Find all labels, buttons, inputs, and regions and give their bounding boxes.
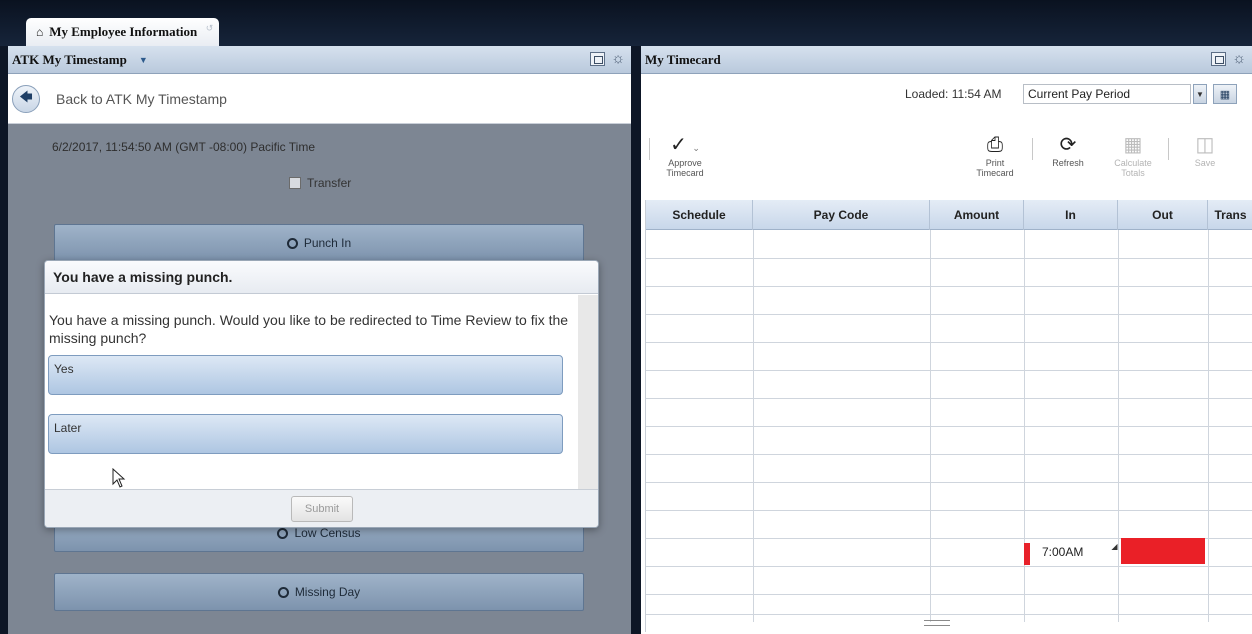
toolbar-divider (649, 138, 650, 160)
approve-timecard-button[interactable]: ✓ ⌄ Approve Timecard (659, 132, 711, 178)
left-panel-header: ATK My Timestamp ▼ ☼ (8, 46, 631, 74)
table-row (646, 342, 1252, 343)
yes-button[interactable]: Yes (48, 355, 563, 395)
later-button[interactable]: Later (48, 414, 563, 454)
right-panel: My Timecard ☼ Loaded: 11:54 AM Current P… (641, 46, 1252, 634)
in-punch-cell[interactable]: 7:00AM ◢ (1024, 538, 1124, 566)
home-icon: ⌂ (36, 24, 44, 39)
column-trans[interactable]: Trans (1208, 200, 1252, 230)
column-in[interactable]: In (1024, 200, 1118, 230)
save-label: Save (1194, 158, 1216, 168)
grid-header: Schedule Pay Code Amount In Out Trans (646, 200, 1252, 230)
app-tab-my-employee-information[interactable]: ⌂ My Employee Information ↺ (26, 18, 220, 46)
toolbar-divider (1032, 138, 1033, 160)
calculate-label-1: Calculate (1114, 158, 1152, 168)
comment-marker-icon: ◢ (1111, 541, 1118, 551)
chevron-down-icon[interactable]: ▼ (1193, 84, 1207, 104)
punch-in-button[interactable]: Punch In (54, 224, 584, 262)
check-icon: ✓ ⌄ (670, 134, 700, 156)
missing-day-label: Missing Day (294, 585, 361, 599)
table-row (646, 314, 1252, 315)
left-panel-title[interactable]: ATK My Timestamp (12, 52, 127, 68)
table-row (646, 454, 1252, 455)
back-link[interactable]: Back to ATK My Timestamp (56, 91, 227, 107)
punch-in-label: Punch In (303, 236, 352, 250)
chevron-down-icon[interactable]: ▼ (139, 55, 148, 65)
column-amount[interactable]: Amount (930, 200, 1024, 230)
missing-out-punch-cell[interactable] (1121, 538, 1205, 564)
table-row (646, 510, 1252, 511)
table-row (646, 286, 1252, 287)
calculate-label-2: Totals (1121, 168, 1145, 178)
gear-icon[interactable]: ☼ (1232, 52, 1246, 67)
save-icon: ◫ (1195, 134, 1215, 156)
grid-body: 7:00AM ◢ (646, 230, 1252, 622)
transfer-checkbox[interactable] (289, 177, 301, 189)
loaded-row: Loaded: 11:54 AM Current Pay Period ▼ ▦ (641, 84, 1252, 104)
grid-footer (646, 620, 1252, 630)
refresh-icon: ⟳ (1059, 134, 1077, 156)
submit-button[interactable]: Submit (291, 496, 353, 522)
right-panel-title: My Timecard (645, 51, 721, 67)
maximize-icon[interactable] (1211, 52, 1227, 66)
dialog-title: You have a missing punch. (45, 261, 598, 294)
low-census-label: Low Census (294, 526, 361, 540)
column-out[interactable]: Out (1118, 200, 1208, 230)
clock-icon (286, 237, 298, 249)
transfer-option[interactable]: Transfer (289, 176, 351, 190)
dialog-body: You have a missing punch. Would you like… (45, 295, 579, 489)
print-icon: ⎙ (987, 134, 1003, 156)
approve-label-2: Timecard (666, 168, 704, 178)
app-tab-label: My Employee Information (49, 24, 198, 39)
missing-punch-flag (1024, 543, 1030, 565)
clock-icon (277, 586, 289, 598)
dialog-footer: Submit (45, 489, 598, 527)
timecard-grid: Schedule Pay Code Amount In Out Trans 7:… (645, 200, 1252, 632)
transfer-label: Transfer (307, 176, 352, 190)
dialog-message: You have a missing punch. Would you like… (49, 312, 569, 346)
maximize-icon[interactable] (590, 52, 606, 66)
top-bar: ⌂ My Employee Information ↺ (0, 0, 1252, 46)
table-row (646, 258, 1252, 259)
clock-icon (277, 527, 289, 539)
save-button[interactable]: ◫ Save (1183, 132, 1227, 168)
table-row (646, 398, 1252, 399)
toolbar-divider (1168, 138, 1169, 160)
missing-punch-dialog: You have a missing punch. You have a mis… (44, 260, 599, 528)
timecard-toolbar: ✓ ⌄ Approve Timecard ⎙ Print Timecard ⟳ … (641, 132, 1252, 192)
back-row: 🡄 Back to ATK My Timestamp (8, 74, 631, 124)
dialog-scrollbar[interactable] (578, 295, 598, 489)
refresh-button[interactable]: ⟳ Refresh (1043, 132, 1093, 168)
calculate-totals-button[interactable]: ▦ Calculate Totals (1106, 132, 1160, 178)
in-punch-time: 7:00AM (1042, 545, 1084, 559)
table-row (646, 614, 1252, 615)
calendar-icon[interactable]: ▦ (1213, 84, 1237, 104)
calculator-icon: ▦ (1123, 134, 1143, 156)
gear-icon[interactable]: ☼ (611, 52, 625, 67)
table-row (646, 426, 1252, 427)
back-arrow-icon[interactable]: 🡄 (12, 84, 40, 113)
table-row (646, 566, 1252, 567)
loaded-time: Loaded: 11:54 AM (905, 87, 1002, 101)
resize-handle-icon[interactable] (924, 620, 950, 626)
column-schedule[interactable]: Schedule (646, 200, 753, 230)
approve-label-1: Approve (668, 158, 702, 168)
current-datetime: 6/2/2017, 11:54:50 AM (GMT -08:00) Pacif… (52, 140, 316, 154)
column-pay-code[interactable]: Pay Code (753, 200, 930, 230)
print-timecard-button[interactable]: ⎙ Print Timecard (970, 132, 1020, 178)
table-row (646, 370, 1252, 371)
mouse-cursor-icon (112, 468, 126, 488)
print-label-2: Timecard (976, 168, 1014, 178)
missing-day-button[interactable]: Missing Day (54, 573, 584, 611)
print-label-1: Print (985, 158, 1005, 168)
tab-options-icon[interactable]: ↺ (206, 23, 214, 34)
right-panel-header: My Timecard ☼ (641, 46, 1252, 74)
table-row (646, 594, 1252, 595)
table-row (646, 482, 1252, 483)
refresh-label: Refresh (1052, 158, 1084, 168)
pay-period-select[interactable]: Current Pay Period (1023, 84, 1191, 104)
